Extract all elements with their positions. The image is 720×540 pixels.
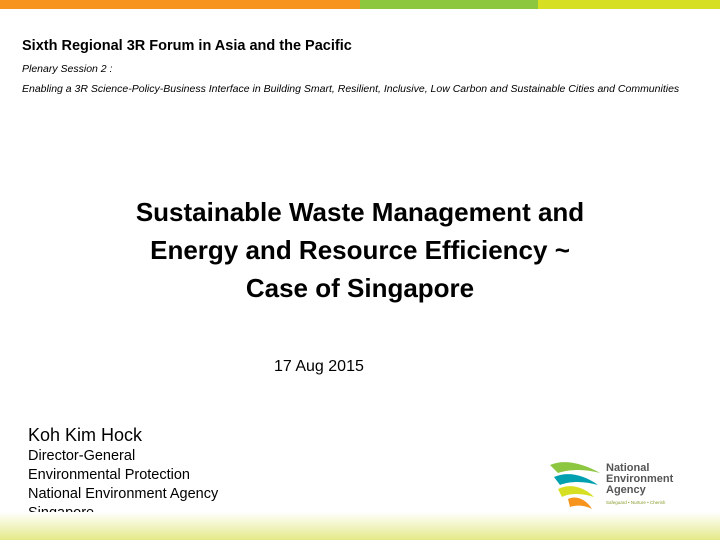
- presenter-agency: National Environment Agency: [28, 486, 219, 502]
- slide-title: Sustainable Waste Management and Energy …: [60, 193, 660, 307]
- plenary-session-label: Plenary Session 2 :: [22, 63, 113, 75]
- slide-title-line-2: Energy and Resource Efficiency ~: [150, 235, 570, 265]
- forum-title: Sixth Regional 3R Forum in Asia and the …: [22, 38, 352, 54]
- presenter-name: Koh Kim Hock: [28, 425, 143, 445]
- presentation-date: 17 Aug 2015: [274, 358, 364, 375]
- presenter-role: Director-General: [28, 448, 136, 464]
- top-bar-green-segment: [360, 0, 538, 9]
- session-theme: Enabling a 3R Science-Policy-Business In…: [22, 83, 680, 95]
- presenter-division: Environmental Protection: [28, 467, 190, 483]
- presenter-block: Koh Kim Hock Director-General Environmen…: [28, 424, 218, 523]
- slide-title-line-3: Case of Singapore: [245, 273, 475, 303]
- logo-tagline: Safeguard • Nurture • Cherish: [606, 500, 666, 505]
- top-bar-lime-segment: [538, 0, 720, 9]
- logo-line-3: Agency: [606, 484, 646, 496]
- bottom-gradient-band: [0, 512, 720, 540]
- top-bar-orange-segment: [0, 0, 360, 9]
- slide-title-line-1: Sustainable Waste Management and: [135, 197, 585, 227]
- nea-logo-text: National Environment Agency: [606, 463, 673, 496]
- nea-wave-icon: [550, 462, 600, 509]
- top-color-bar: [0, 0, 720, 9]
- nea-logo: National Environment Agency Safeguard • …: [548, 459, 678, 511]
